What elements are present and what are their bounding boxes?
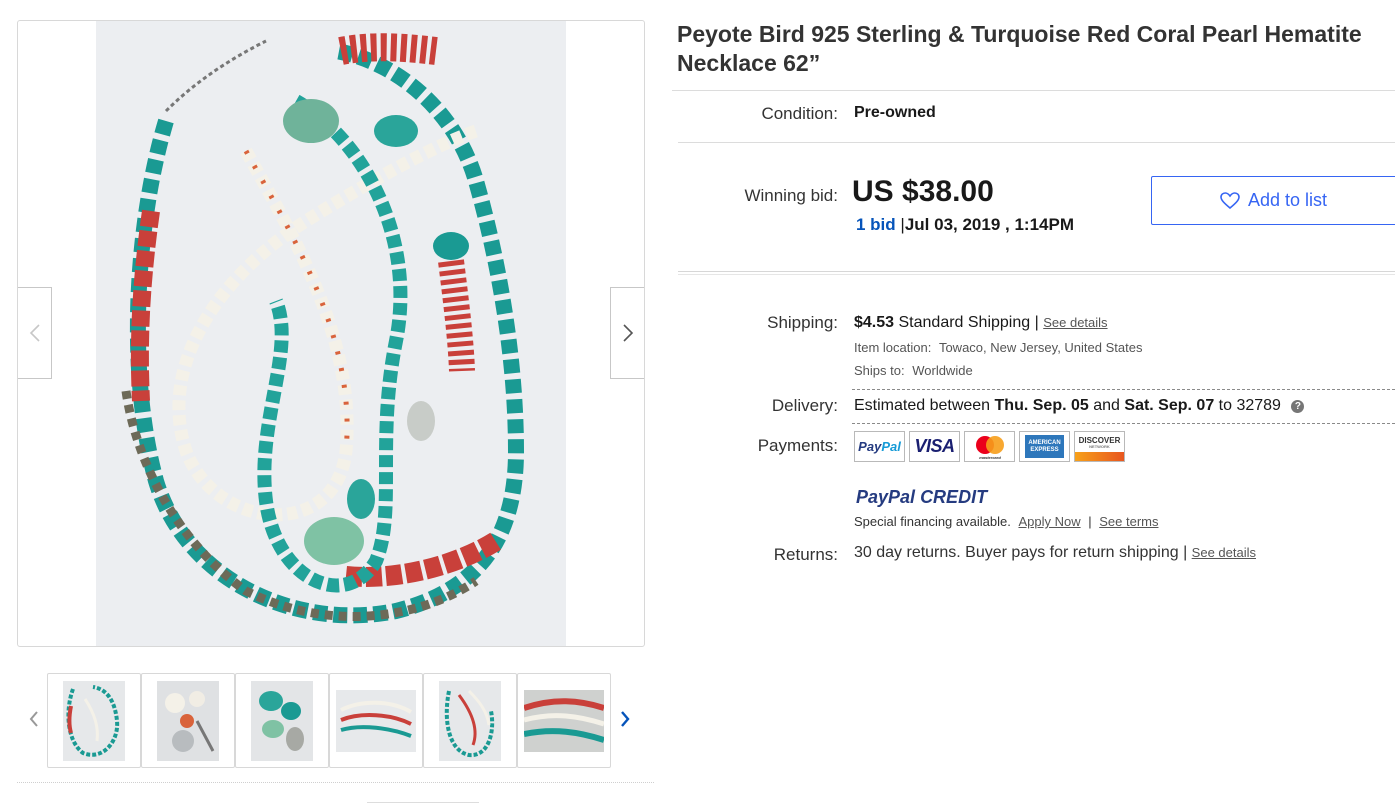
paypal-credit-logo: PayPal CREDIT — [856, 487, 987, 508]
item-location: Item location: Towaco, New Jersey, Unite… — [854, 340, 1142, 355]
item-location-value: Towaco, New Jersey, United States — [938, 340, 1143, 355]
shipping-cost: $4.53 — [854, 314, 895, 331]
thumbnail-4[interactable] — [329, 673, 423, 768]
thumbnail-image — [439, 680, 501, 761]
returns-summary: 30 day returns. Buyer pays for return sh… — [854, 544, 1256, 562]
thumbnail-image — [524, 689, 604, 752]
returns-label: Returns: — [773, 545, 838, 564]
payment-methods: Pay Pal VISA mastercard AMERICAN EXPRESS … — [854, 431, 1125, 462]
thumbnail-list — [47, 673, 611, 768]
delivery-label: Delivery: — [771, 396, 838, 415]
paypal-text-a: Pay — [858, 439, 882, 454]
special-financing: Special financing available. Apply Now |… — [854, 514, 1158, 529]
main-product-photo[interactable] — [96, 21, 566, 646]
discover-stripe — [1075, 452, 1124, 461]
paypal-credit-text-b: CREDIT — [920, 487, 988, 507]
necklace-photo — [96, 21, 566, 646]
shipping-method: Standard Shipping | — [898, 314, 1039, 331]
bid-info: 1 bid |Jul 03, 2019 , 1:14PM — [856, 215, 1074, 235]
see-terms-link[interactable]: See terms — [1099, 514, 1158, 529]
divider — [678, 271, 1395, 272]
delivery-and: and — [1093, 397, 1120, 414]
chevron-left-icon — [29, 324, 40, 342]
returns-value: 30 day returns. Buyer pays for return sh… — [854, 544, 1188, 561]
chevron-right-icon — [621, 711, 630, 727]
divider — [17, 782, 654, 783]
heart-icon — [1220, 191, 1240, 209]
add-to-list-label: Add to list — [1248, 190, 1328, 210]
thumbnail-image — [336, 689, 416, 752]
chevron-right-icon — [622, 324, 633, 342]
delivery-zip: to 32789 — [1218, 397, 1281, 414]
mastercard-logo: mastercard — [964, 431, 1015, 462]
condition-value: Pre-owned — [854, 104, 936, 121]
special-financing-text: Special financing available. — [854, 514, 1011, 529]
add-to-list-button[interactable]: Add to list — [1151, 176, 1395, 225]
thumbnails-prev-button[interactable] — [26, 707, 42, 731]
thumbnail-strip — [17, 673, 643, 768]
paypal-text-b: Pal — [881, 439, 901, 454]
mastercard-icon: mastercard — [975, 435, 1004, 460]
visa-logo: VISA — [909, 431, 960, 462]
shipping-details-link[interactable]: See details — [1043, 315, 1107, 330]
bid-end-date: Jul 03, 2019 , 1:14PM — [904, 215, 1074, 234]
apply-now-link[interactable]: Apply Now — [1018, 514, 1080, 529]
shipping-label: Shipping: — [767, 313, 838, 332]
mastercard-text: mastercard — [979, 455, 1001, 460]
bid-count-link[interactable]: 1 bid — [856, 215, 896, 234]
thumbnail-image — [157, 680, 219, 761]
ships-to-label: Ships to: — [854, 363, 905, 378]
divider — [678, 142, 1395, 143]
chevron-left-icon — [29, 711, 38, 727]
discover-sub-text: NETWORK — [1089, 444, 1110, 449]
thumbnail-3[interactable] — [235, 673, 329, 768]
thumbnail-2[interactable] — [141, 673, 235, 768]
help-icon[interactable]: ? — [1291, 400, 1305, 413]
winning-bid-label: Winning bid: — [744, 186, 838, 205]
ships-to: Ships to: Worldwide — [854, 363, 973, 378]
thumbnails-next-button[interactable] — [617, 707, 633, 731]
item-location-label: Item location: — [854, 340, 932, 355]
payments-label: Payments: — [757, 436, 838, 455]
next-image-button[interactable] — [610, 287, 644, 379]
shipping-summary: $4.53 Standard Shipping | See details — [854, 314, 1108, 332]
image-viewer — [17, 20, 645, 647]
winning-bid-price: US $38.00 — [852, 175, 994, 208]
delivery-end: Sat. Sep. 07 — [1124, 397, 1215, 414]
discover-logo: DISCOVER NETWORK — [1074, 431, 1125, 462]
ships-to-value: Worldwide — [912, 363, 973, 378]
amex-logo: AMERICAN EXPRESS — [1019, 431, 1070, 462]
delivery-estimate: Estimated between Thu. Sep. 05 and Sat. … — [854, 397, 1305, 415]
thumbnail-5[interactable] — [423, 673, 517, 768]
delivery-prefix: Estimated between — [854, 397, 991, 414]
previous-image-button[interactable] — [18, 287, 52, 379]
thumbnail-6[interactable] — [517, 673, 611, 768]
thumbnail-image — [63, 680, 125, 761]
link-separator: | — [1088, 514, 1092, 529]
thumbnail-1[interactable] — [47, 673, 141, 768]
paypal-logo: Pay Pal — [854, 431, 905, 462]
delivery-start: Thu. Sep. 05 — [994, 397, 1089, 414]
amex-text: AMERICAN EXPRESS — [1028, 439, 1061, 453]
divider — [678, 274, 1395, 275]
visa-text: VISA — [914, 436, 955, 456]
item-title: Peyote Bird 925 Sterling & Turquoise Red… — [677, 21, 1362, 76]
amex-badge: AMERICAN EXPRESS — [1025, 435, 1064, 458]
divider — [672, 90, 1395, 91]
condition-label: Condition: — [761, 104, 838, 123]
divider — [367, 802, 479, 803]
returns-details-link[interactable]: See details — [1192, 545, 1256, 560]
thumbnail-image — [251, 680, 313, 761]
paypal-credit-text-a: PayPal — [856, 487, 916, 507]
